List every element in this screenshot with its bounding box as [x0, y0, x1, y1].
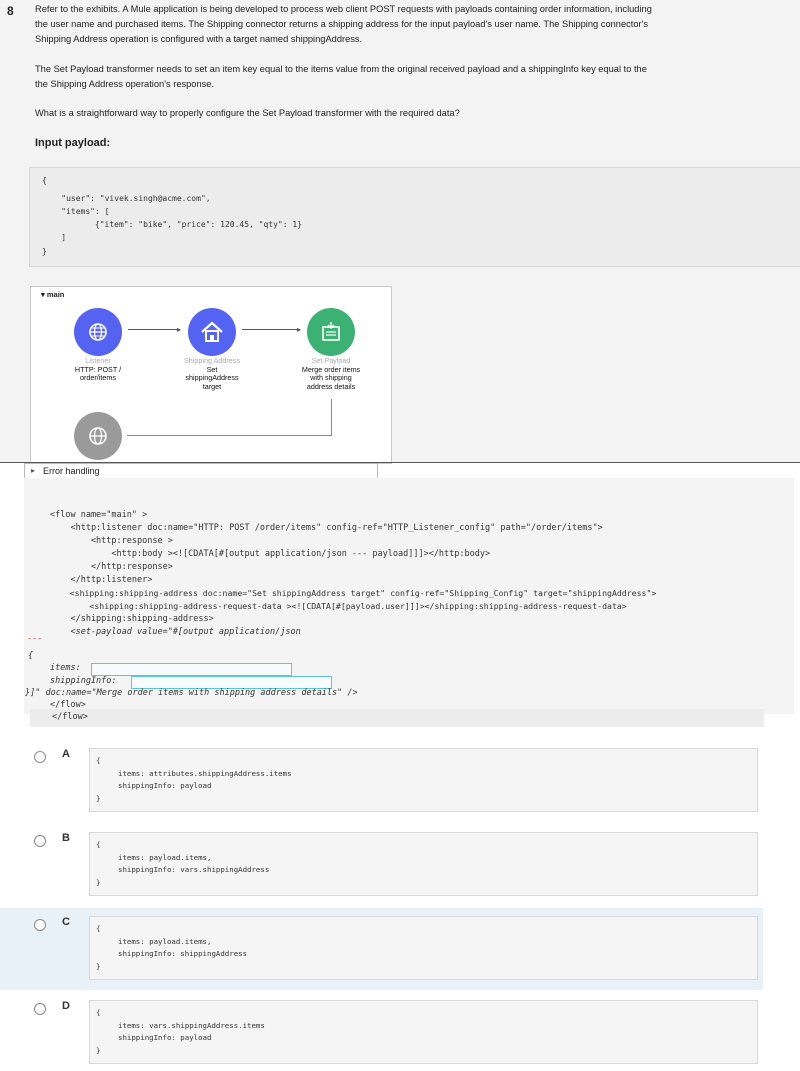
payload-line: ] [42, 233, 67, 242]
xml-line: </flow> [52, 712, 88, 722]
xml-line: </http:response> [50, 562, 173, 572]
flow-diagram: ▾ main ▸ ▸ Listener HTTP: POST / order/i… [30, 286, 392, 464]
xml-line: <http:listener doc:name="HTTP: POST /ord… [50, 523, 603, 533]
input-payload-title: Input payload: [35, 137, 111, 149]
house-icon [201, 321, 223, 342]
question-line: The Set Payload transformer needs to set… [35, 64, 647, 74]
question-paragraph-1: Refer to the exhibits. A Mule applicatio… [35, 2, 795, 47]
xml-line: </http:listener> [50, 575, 153, 585]
xml-line: <flow name="main" > [50, 510, 148, 520]
return-path-line [331, 399, 332, 436]
xml-line: <set-payload value="#[output application… [50, 627, 301, 637]
input-payload-code-box: { "user": "vivek.singh@acme.com", "items… [29, 167, 800, 267]
globe-icon [89, 427, 107, 445]
set-payload-label: Set Payload Merge order items with shipp… [301, 356, 361, 391]
set-payload-icon [322, 322, 340, 341]
listener-component[interactable] [74, 308, 122, 356]
payload-line: "user": "vivek.singh@acme.com", [42, 194, 211, 203]
question-paragraph-3: What is a straightforward way to properl… [35, 108, 460, 118]
question-line: the Shipping Address operation's respons… [35, 79, 215, 89]
error-handling-label: Error handling [43, 466, 100, 476]
items-blank-field[interactable] [91, 663, 292, 676]
shipping-address-component[interactable] [188, 308, 236, 356]
option-b-letter: B [62, 832, 70, 844]
flow-title: ▾ main [41, 290, 64, 299]
xml-separator: --- [27, 634, 43, 644]
option-b-box[interactable]: { items: payload.items, shippingInfo: va… [89, 832, 758, 896]
payload-line: } [42, 247, 47, 256]
question-line: Shipping Address operation is configured… [35, 34, 363, 44]
question-number: 8 [7, 4, 14, 18]
question-paragraph-2: The Set Payload transformer needs to set… [35, 62, 795, 92]
payload-line: {"item": "bike", "price": 120.45, "qty":… [66, 220, 303, 229]
flow-name: main [46, 290, 65, 299]
option-a-letter: A [62, 748, 70, 760]
option-d-radio[interactable] [34, 1003, 46, 1015]
shipping-address-label: Shipping Address Set shippingAddress tar… [184, 356, 240, 391]
question-line: Refer to the exhibits. A Mule applicatio… [35, 4, 652, 14]
flow-arrow [242, 329, 300, 330]
xml-brace: { [28, 651, 34, 661]
triangle-right-icon: ▸ [31, 466, 36, 475]
option-c-radio[interactable] [34, 919, 46, 931]
arrow-head-icon: ▸ [177, 325, 182, 334]
option-c-letter: C [62, 916, 70, 928]
option-d-box[interactable]: { items: vars.shippingAddress.items ship… [89, 1000, 758, 1064]
listener-response-component[interactable] [74, 412, 122, 460]
return-path-line [127, 435, 332, 436]
payload-line: { [42, 176, 47, 185]
xml-line: <http:response > [50, 536, 173, 546]
listener-label: Listener HTTP: POST / order/items [74, 356, 122, 382]
xml-items-key: items: [50, 663, 81, 673]
payload-line: "items": [ [42, 207, 110, 216]
question-line: the user name and purchased items. The S… [35, 19, 649, 29]
option-b-radio[interactable] [34, 835, 46, 847]
xml-line: <shipping:shipping-address doc:name="Set… [50, 588, 657, 598]
globe-icon [89, 323, 107, 341]
xml-line: </shipping:shipping-address> [50, 614, 214, 624]
option-a-box[interactable]: { items: attributes.shippingAddress.item… [89, 748, 758, 812]
xml-line: <http:body ><![CDATA[#[output applicatio… [50, 549, 491, 559]
set-payload-component[interactable] [307, 308, 355, 356]
option-a-radio[interactable] [34, 751, 46, 763]
flow-arrow [128, 329, 180, 330]
option-d-letter: D [62, 1000, 70, 1012]
triangle-down-icon: ▾ [41, 290, 45, 299]
footer-bar [30, 709, 764, 727]
xml-line: <shipping:shipping-address-request-data … [50, 601, 627, 611]
option-c-box[interactable]: { items: payload.items, shippingInfo: sh… [89, 916, 758, 980]
arrow-head-icon: ▸ [297, 325, 302, 334]
